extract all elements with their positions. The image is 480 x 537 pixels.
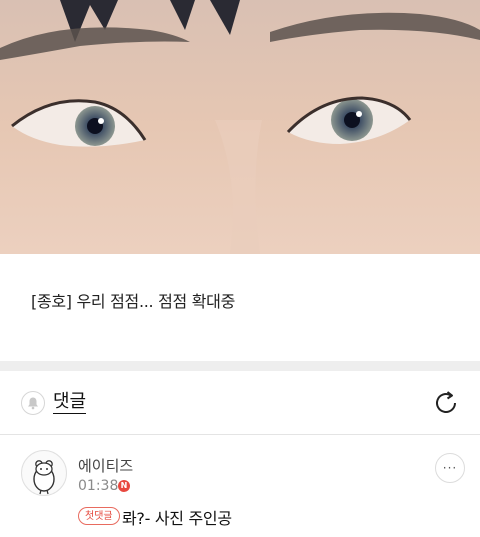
comments-label[interactable]: 댓글 — [53, 391, 87, 414]
refresh-icon[interactable] — [432, 389, 460, 417]
comment-item: 에이티즈 01:38 N 첫댓글 롸?- 사진 주인공 ··· — [0, 435, 480, 537]
comment-text: 롸?- 사진 주인공 — [122, 509, 232, 528]
more-icon: ··· — [442, 461, 458, 475]
comment-time: 01:38 — [78, 478, 119, 494]
new-badge: N — [118, 480, 130, 492]
first-comment-badge: 첫댓글 — [78, 507, 120, 525]
post-caption: [종호] 우리 점점... 점점 확대중 — [31, 292, 236, 311]
comment-author[interactable]: 에이티즈 — [78, 455, 133, 476]
character-avatar-icon — [33, 460, 55, 495]
post-photo[interactable] — [0, 0, 480, 254]
avatar[interactable] — [21, 450, 67, 496]
section-divider — [0, 361, 480, 371]
more-options-button[interactable]: ··· — [435, 453, 465, 483]
bell-icon[interactable] — [21, 391, 45, 415]
eyes-close-up-image — [0, 0, 480, 254]
comments-header: 댓글 — [0, 371, 480, 434]
